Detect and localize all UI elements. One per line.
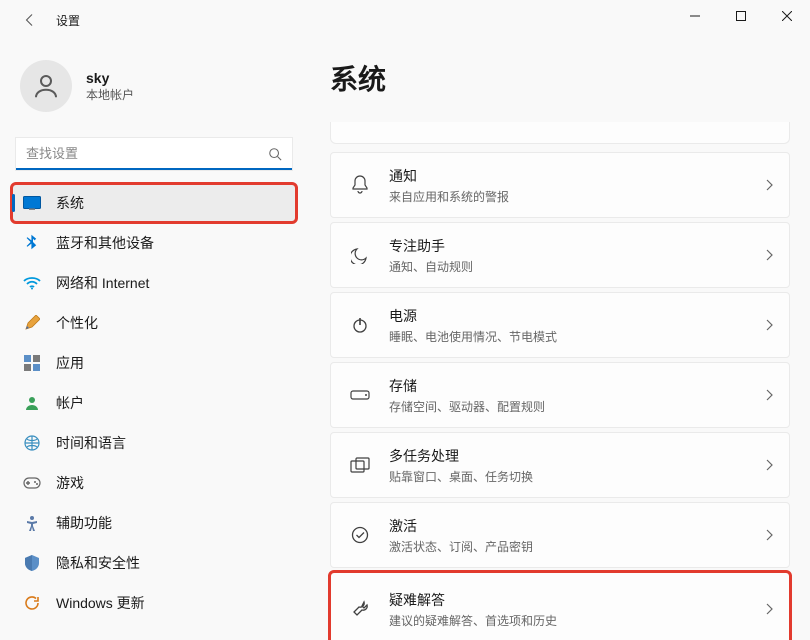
chevron-right-icon bbox=[765, 319, 773, 331]
apps-icon bbox=[22, 353, 42, 373]
minimize-icon bbox=[690, 11, 700, 21]
display-icon bbox=[22, 193, 42, 213]
sidebar-nav: 系统 蓝牙和其他设备 网络和 Internet 个性化 应用 帐户 bbox=[12, 184, 296, 622]
sidebar-item-network[interactable]: 网络和 Internet bbox=[12, 264, 296, 302]
sidebar-item-update[interactable]: Windows 更新 bbox=[12, 584, 296, 622]
person-icon bbox=[31, 71, 61, 101]
search-icon bbox=[268, 147, 282, 161]
sidebar-item-label: 系统 bbox=[56, 193, 84, 213]
sidebar-item-system[interactable]: 系统 bbox=[12, 184, 296, 222]
sidebar-item-label: 游戏 bbox=[56, 473, 84, 493]
arrow-left-icon bbox=[23, 13, 37, 27]
card-sub: 建议的疑难解答、首选项和历史 bbox=[389, 612, 747, 629]
chevron-right-icon bbox=[765, 603, 773, 615]
search-box bbox=[16, 138, 292, 170]
profile-sub: 本地帐户 bbox=[86, 86, 134, 103]
maximize-icon bbox=[736, 11, 746, 21]
sidebar-item-label: 应用 bbox=[56, 353, 84, 373]
sidebar: sky 本地帐户 系统 蓝牙和其他设备 网络和 Internet bbox=[0, 40, 300, 640]
game-icon bbox=[22, 473, 42, 493]
wrench-icon bbox=[349, 598, 371, 620]
sidebar-item-personalization[interactable]: 个性化 bbox=[12, 304, 296, 342]
shield-icon bbox=[22, 553, 42, 573]
globe-clock-icon bbox=[22, 433, 42, 453]
card-sub: 激活状态、订阅、产品密钥 bbox=[389, 538, 747, 555]
multitask-icon bbox=[349, 454, 371, 476]
card-sub: 存储空间、驱动器、配置规则 bbox=[389, 398, 747, 415]
card-sub: 睡眠、电池使用情况、节电模式 bbox=[389, 328, 747, 345]
search-input[interactable] bbox=[16, 138, 292, 170]
sidebar-item-label: 蓝牙和其他设备 bbox=[56, 233, 154, 253]
sidebar-item-label: 帐户 bbox=[56, 393, 84, 413]
card-title: 疑难解答 bbox=[389, 590, 747, 610]
app-title: 设置 bbox=[56, 12, 80, 29]
power-icon bbox=[349, 314, 371, 336]
paint-icon bbox=[22, 313, 42, 333]
close-icon bbox=[782, 11, 792, 21]
maximize-button[interactable] bbox=[718, 0, 764, 32]
chevron-right-icon bbox=[765, 529, 773, 541]
card-title: 存储 bbox=[389, 376, 747, 396]
card-focus[interactable]: 专注助手 通知、自动规则 bbox=[330, 222, 790, 288]
card-power[interactable]: 电源 睡眠、电池使用情况、节电模式 bbox=[330, 292, 790, 358]
avatar bbox=[20, 60, 72, 112]
sidebar-item-label: 隐私和安全性 bbox=[56, 553, 140, 573]
card-title: 专注助手 bbox=[389, 236, 747, 256]
accessibility-icon bbox=[22, 513, 42, 533]
sidebar-item-gaming[interactable]: 游戏 bbox=[12, 464, 296, 502]
chevron-right-icon bbox=[765, 179, 773, 191]
card-title: 多任务处理 bbox=[389, 446, 747, 466]
card-sub: 通知、自动规则 bbox=[389, 258, 747, 275]
sidebar-item-accessibility[interactable]: 辅助功能 bbox=[12, 504, 296, 542]
card-sub: 贴靠窗口、桌面、任务切换 bbox=[389, 468, 747, 485]
card-title: 激活 bbox=[389, 516, 747, 536]
back-button[interactable] bbox=[16, 6, 44, 34]
main-content: 系统 通知 来自应用和系统的警报 专注助手 通知、自动规则 bbox=[300, 40, 810, 640]
wifi-icon bbox=[22, 273, 42, 293]
chevron-right-icon bbox=[765, 389, 773, 401]
sidebar-item-apps[interactable]: 应用 bbox=[12, 344, 296, 382]
sidebar-item-privacy[interactable]: 隐私和安全性 bbox=[12, 544, 296, 582]
bluetooth-icon bbox=[22, 233, 42, 253]
card-fragment[interactable] bbox=[330, 122, 790, 144]
profile-block[interactable]: sky 本地帐户 bbox=[12, 52, 296, 130]
page-title: 系统 bbox=[330, 58, 790, 98]
sidebar-item-label: Windows 更新 bbox=[56, 593, 145, 613]
update-icon bbox=[22, 593, 42, 613]
sidebar-item-label: 网络和 Internet bbox=[56, 273, 149, 293]
chevron-right-icon bbox=[765, 249, 773, 261]
sidebar-item-accounts[interactable]: 帐户 bbox=[12, 384, 296, 422]
card-storage[interactable]: 存储 存储空间、驱动器、配置规则 bbox=[330, 362, 790, 428]
card-sub: 来自应用和系统的警报 bbox=[389, 188, 747, 205]
sidebar-item-label: 辅助功能 bbox=[56, 513, 112, 533]
card-troubleshoot[interactable]: 疑难解答 建议的疑难解答、首选项和历史 bbox=[330, 572, 790, 640]
profile-name: sky bbox=[86, 70, 134, 86]
check-circle-icon bbox=[349, 524, 371, 546]
account-icon bbox=[22, 393, 42, 413]
close-button[interactable] bbox=[764, 0, 810, 32]
card-activation[interactable]: 激活 激活状态、订阅、产品密钥 bbox=[330, 502, 790, 568]
card-list: 通知 来自应用和系统的警报 专注助手 通知、自动规则 电源 睡眠、电池使用情况、… bbox=[330, 152, 790, 640]
minimize-button[interactable] bbox=[672, 0, 718, 32]
titlebar: 设置 bbox=[0, 0, 810, 40]
sidebar-item-bluetooth[interactable]: 蓝牙和其他设备 bbox=[12, 224, 296, 262]
card-title: 通知 bbox=[389, 166, 747, 186]
card-title: 电源 bbox=[389, 306, 747, 326]
window-controls bbox=[672, 0, 810, 32]
moon-icon bbox=[349, 244, 371, 266]
storage-icon bbox=[349, 384, 371, 406]
chevron-right-icon bbox=[765, 459, 773, 471]
sidebar-item-label: 个性化 bbox=[56, 313, 98, 333]
sidebar-item-label: 时间和语言 bbox=[56, 433, 126, 453]
bell-icon bbox=[349, 174, 371, 196]
sidebar-item-time[interactable]: 时间和语言 bbox=[12, 424, 296, 462]
card-notifications[interactable]: 通知 来自应用和系统的警报 bbox=[330, 152, 790, 218]
card-multitask[interactable]: 多任务处理 贴靠窗口、桌面、任务切换 bbox=[330, 432, 790, 498]
